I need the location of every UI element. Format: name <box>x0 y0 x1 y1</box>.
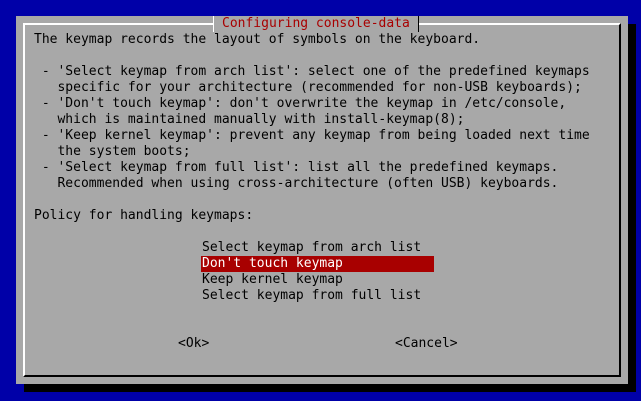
description-line: - 'Keep kernel keymap': prevent any keym… <box>34 128 590 143</box>
ok-button[interactable]: <Ok> <box>178 336 209 352</box>
menu-option-full-list[interactable]: Select keymap from full list <box>201 288 434 304</box>
dialog-title: Configuring console-data <box>213 16 419 32</box>
description-line: which is maintained manually with instal… <box>34 112 465 127</box>
cancel-button[interactable]: <Cancel> <box>395 336 458 352</box>
config-dialog: Configuring console-data The keymap reco… <box>16 16 628 384</box>
description-line: specific for your architecture (recommen… <box>34 80 582 95</box>
menu-option-arch-list[interactable]: Select keymap from arch list <box>201 240 434 256</box>
description-line: the system boots; <box>34 144 191 159</box>
menu-option-dont-touch[interactable]: Don't touch keymap <box>201 256 434 272</box>
terminal-screen: Configuring console-data The keymap reco… <box>0 0 641 401</box>
keymap-policy-menu: Select keymap from arch list Don't touch… <box>201 240 434 304</box>
description-line: Recommended when using cross-architectur… <box>34 176 559 191</box>
menu-option-keep-kernel[interactable]: Keep kernel keymap <box>201 272 434 288</box>
description-line: - 'Select keymap from arch list': select… <box>34 64 590 79</box>
description-line: - 'Don't touch keymap': don't overwrite … <box>34 96 567 111</box>
description-line: - 'Select keymap from full list': list a… <box>34 160 559 175</box>
description-line: The keymap records the layout of symbols… <box>34 32 481 47</box>
policy-prompt: Policy for handling keymaps: <box>34 208 254 223</box>
